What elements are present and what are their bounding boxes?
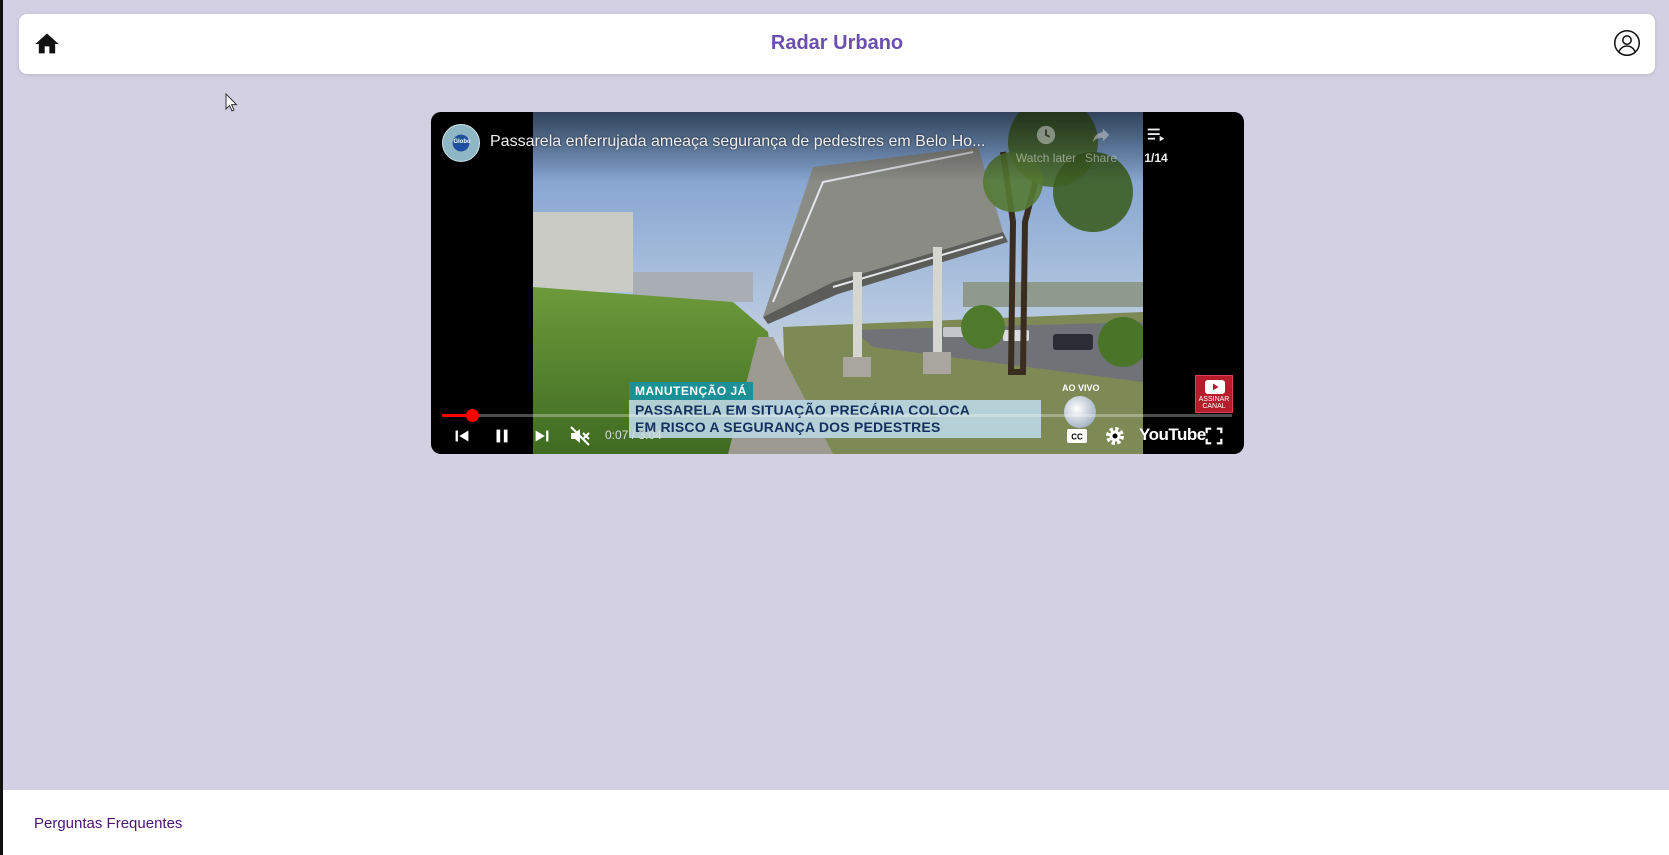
pause-icon — [496, 429, 508, 443]
user-circle-icon[interactable] — [1613, 29, 1641, 57]
app-title: Radar Urbano — [770, 32, 904, 54]
skip-previous-icon — [455, 430, 469, 442]
subscribe-label: ASSINAR CANAL — [1196, 396, 1232, 410]
channel-avatar[interactable]: Globo — [442, 124, 480, 162]
previous-button[interactable] — [451, 424, 473, 448]
watch-later-label: Watch later — [1015, 151, 1077, 165]
share-button[interactable]: Share — [1076, 124, 1126, 165]
captions-button[interactable]: CC — [1065, 424, 1089, 448]
mouse-cursor-icon — [225, 92, 239, 113]
playlist-button[interactable]: 1/14 — [1131, 124, 1181, 165]
fullscreen-button[interactable] — [1203, 424, 1225, 448]
top-bar: Radar Urbano — [19, 14, 1655, 74]
faq-link[interactable]: Perguntas Frequentes — [34, 815, 182, 832]
volume-muted-icon — [570, 426, 590, 446]
video-player[interactable]: Globo Passarela enferrujada ameaça segur… — [431, 112, 1244, 454]
subscribe-label-line-2: CANAL — [1202, 403, 1226, 410]
settings-button[interactable] — [1103, 424, 1127, 448]
mute-button[interactable] — [568, 424, 592, 448]
closed-captions-icon: CC — [1067, 429, 1087, 443]
lower-third-headline: PASSARELA EM SITUAÇÃO PRECÁRIA COLOCA EM… — [629, 400, 1041, 438]
playlist-position: 1/14 — [1144, 151, 1168, 165]
subscribe-label-line-1: ASSINAR — [1198, 396, 1230, 403]
pause-button[interactable] — [491, 424, 513, 448]
svg-text:CC: CC — [1071, 433, 1083, 442]
playlist-icon — [1147, 128, 1165, 142]
footer: Perguntas Frequentes — [3, 790, 1669, 855]
youtube-play-icon — [1205, 380, 1225, 394]
share-icon — [1092, 128, 1110, 143]
lower-third-line-2: EM RISCO A SEGURANÇA DOS PEDESTRES — [635, 419, 941, 435]
video-title[interactable]: Passarela enferrujada ameaça segurança d… — [490, 133, 1010, 151]
clock-icon — [1036, 125, 1056, 145]
gear-icon — [1106, 427, 1124, 445]
news-lower-third: MANUTENÇÃO JÁ PASSARELA EM SITUAÇÃO PREC… — [629, 382, 1041, 438]
next-button[interactable] — [531, 424, 553, 448]
fullscreen-icon — [1205, 427, 1223, 445]
live-label: AO VIVO — [1062, 383, 1100, 393]
channel-avatar-text: Globo — [453, 139, 471, 145]
progress-bar[interactable] — [442, 409, 1232, 422]
progress-scrubber[interactable] — [466, 409, 480, 422]
youtube-logo[interactable]: YouTube — [1139, 425, 1206, 445]
watch-later-button[interactable]: Watch later — [1011, 124, 1081, 165]
lower-third-tag: MANUTENÇÃO JÁ — [629, 382, 753, 400]
skip-next-icon — [535, 430, 549, 442]
share-label: Share — [1084, 151, 1118, 165]
time-display: 0:07 / 3:04 — [605, 428, 662, 442]
subscribe-button[interactable]: ASSINAR CANAL — [1195, 375, 1233, 413]
